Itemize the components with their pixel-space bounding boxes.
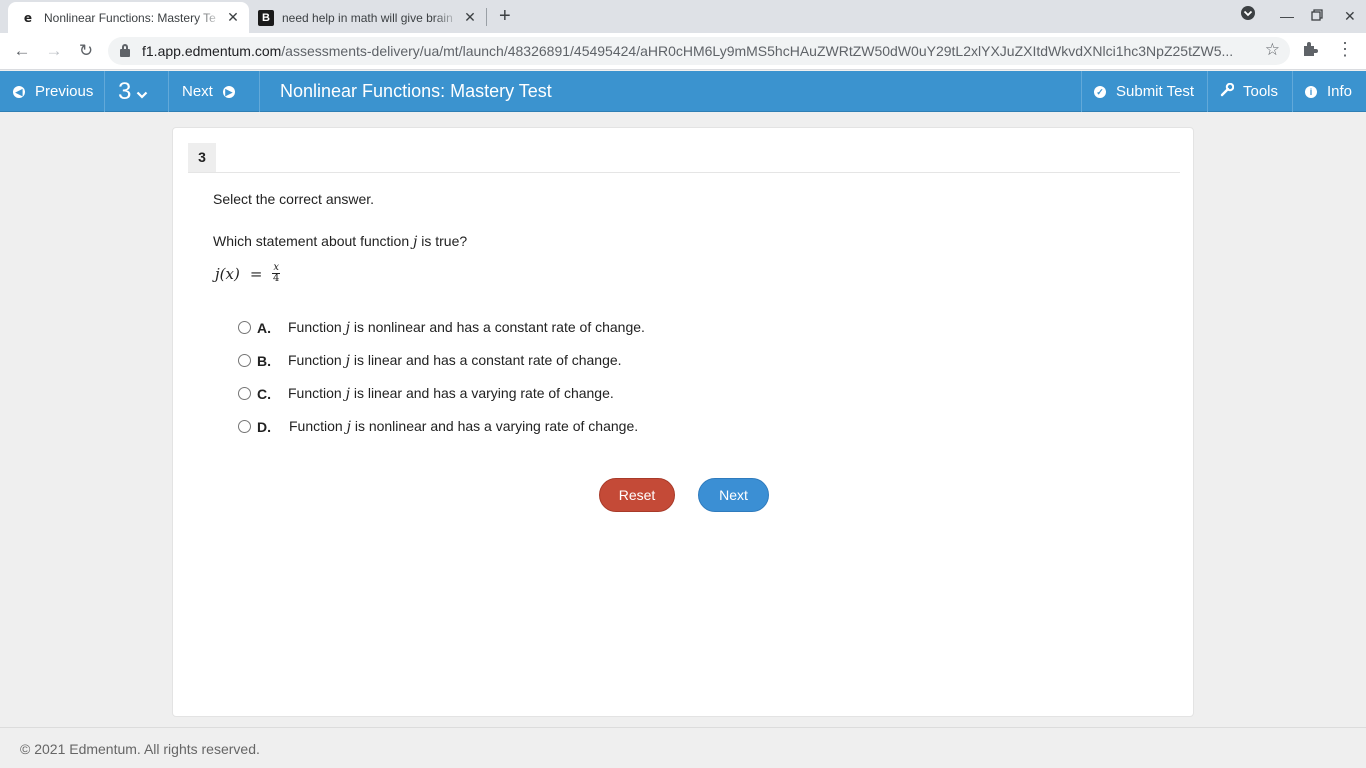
submit-test-button[interactable]: ✓ Submit Test — [1094, 71, 1194, 112]
extensions-icon[interactable] — [1302, 40, 1319, 62]
copyright-text: © 2021 Edmentum. All rights reserved. — [20, 741, 260, 757]
next-label: Next — [182, 83, 213, 100]
divider — [188, 172, 1180, 173]
wrench-icon — [1220, 82, 1235, 101]
arrow-left-circle-icon: ◀ — [13, 85, 25, 98]
brainly-favicon-icon: B — [258, 9, 274, 26]
question-number: 3 — [118, 77, 132, 105]
close-window-icon[interactable]: ✕ — [1344, 5, 1356, 27]
new-tab-icon[interactable]: + — [499, 5, 511, 27]
tab-title: need help in math will give brain — [282, 10, 453, 25]
equation-fraction: x 4 — [272, 262, 281, 284]
radio-button[interactable] — [238, 387, 251, 400]
reload-icon[interactable]: ↻ — [74, 39, 98, 63]
question-stem: Which statement about function j is true… — [213, 233, 468, 250]
answer-option-a[interactable]: A. Function j is nonlinear and has a con… — [238, 319, 645, 336]
radio-button[interactable] — [238, 321, 251, 334]
header-divider — [1207, 71, 1208, 112]
header-divider — [1081, 71, 1082, 112]
tab-close-icon[interactable]: ✕ — [223, 9, 243, 26]
radio-button[interactable] — [238, 420, 251, 433]
back-icon[interactable]: ← — [10, 39, 34, 63]
header-divider — [259, 71, 260, 112]
answer-option-b[interactable]: B. Function j is linear and has a consta… — [238, 352, 622, 369]
tools-label: Tools — [1243, 83, 1279, 100]
next-button[interactable]: Next — [698, 478, 769, 512]
answer-option-c[interactable]: C. Function j is linear and has a varyin… — [238, 385, 614, 402]
tab-separator — [486, 8, 487, 26]
question-instruction: Select the correct answer. — [213, 191, 375, 207]
browser-tabstrip: e Nonlinear Functions: Mastery Te ✕ B ne… — [0, 0, 1366, 33]
question-card: 3 Select the correct answer. Which state… — [172, 127, 1194, 717]
bookmark-star-icon[interactable]: ☆ — [1265, 40, 1280, 60]
header-divider — [168, 71, 169, 112]
header-divider — [104, 71, 105, 112]
tab-title: Nonlinear Functions: Mastery Te — [44, 10, 216, 25]
chevron-down-icon — [136, 87, 148, 102]
function-equation: j(x) = x 4 — [215, 262, 281, 284]
submit-label: Submit Test — [1116, 83, 1195, 100]
header-next-button[interactable]: Next ▶ — [182, 71, 235, 112]
question-number-badge: 3 — [188, 143, 216, 172]
question-selector[interactable]: 3 — [118, 71, 148, 112]
restore-icon[interactable] — [1311, 5, 1323, 27]
app-header: ◀ Previous 3 Next ▶ Nonlinear Functions:… — [0, 71, 1366, 112]
answer-option-d[interactable]: D. Function j is nonlinear and has a var… — [238, 418, 638, 435]
radio-button[interactable] — [238, 354, 251, 367]
address-bar[interactable]: f1.app.edmentum.com/assessments-delivery… — [108, 37, 1290, 65]
info-circle-icon: i — [1305, 85, 1317, 98]
previous-button[interactable]: ◀ Previous — [13, 71, 93, 112]
browser-tab-active[interactable]: e Nonlinear Functions: Mastery Te ✕ — [8, 2, 249, 33]
url-text[interactable]: f1.app.edmentum.com/assessments-delivery… — [142, 43, 1250, 59]
tab-search-icon[interactable] — [1240, 5, 1256, 27]
arrow-right-circle-icon: ▶ — [222, 85, 235, 98]
edmentum-favicon-icon: e — [23, 10, 33, 25]
equation-lhs: j(x) — [215, 264, 240, 283]
tools-button[interactable]: Tools — [1220, 71, 1278, 112]
forward-icon[interactable]: → — [42, 39, 66, 63]
footer: © 2021 Edmentum. All rights reserved. — [0, 727, 1366, 768]
reset-button[interactable]: Reset — [599, 478, 675, 512]
browser-toolbar: ← → ↻ f1.app.edmentum.com/assessments-de… — [0, 33, 1366, 70]
info-button[interactable]: i Info — [1305, 71, 1352, 112]
browser-tab-inactive[interactable]: B need help in math will give brain ✕ — [250, 2, 486, 33]
lock-icon — [120, 44, 130, 57]
browser-menu-icon[interactable]: ⋮ — [1336, 39, 1354, 60]
info-label: Info — [1327, 83, 1353, 100]
previous-label: Previous — [35, 83, 94, 100]
minimize-icon[interactable]: — — [1280, 5, 1294, 27]
check-circle-icon: ✓ — [1094, 85, 1106, 98]
equation-equals: = — [249, 264, 263, 283]
header-divider — [1292, 71, 1293, 112]
tab-close-icon[interactable]: ✕ — [460, 9, 480, 26]
page-title: Nonlinear Functions: Mastery Test — [280, 81, 552, 101]
